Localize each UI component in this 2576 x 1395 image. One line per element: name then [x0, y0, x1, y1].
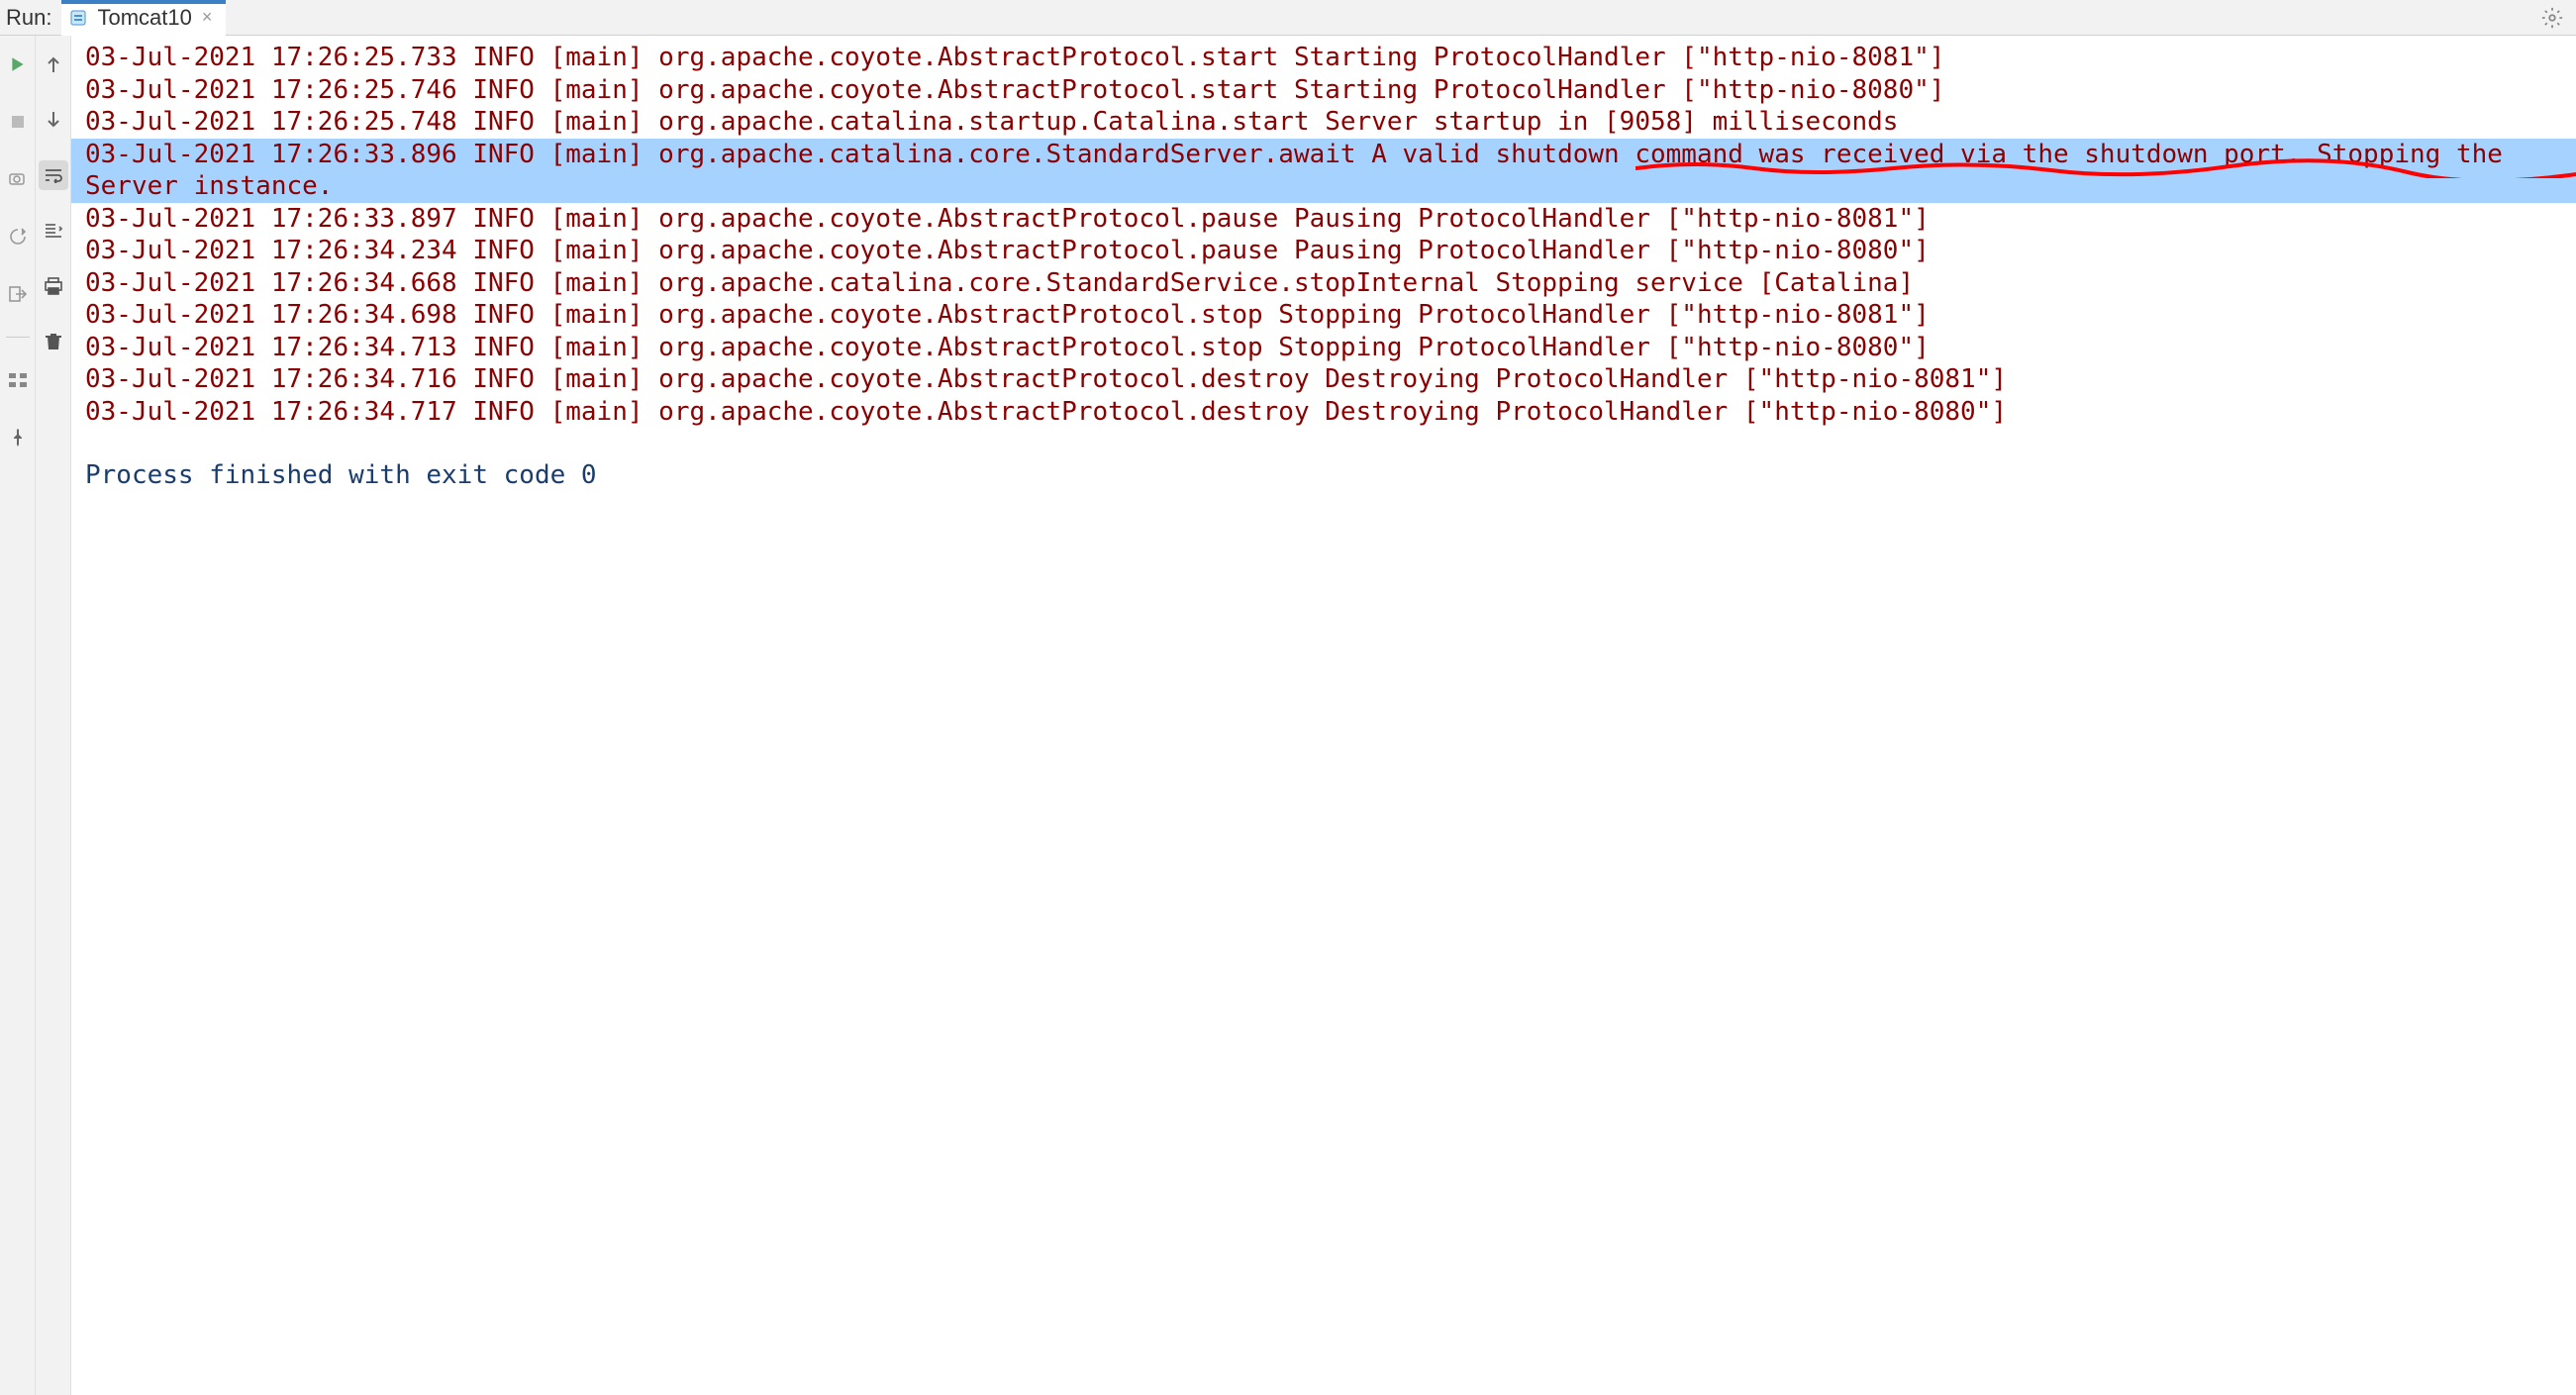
- pin-button[interactable]: [3, 423, 33, 452]
- console-output[interactable]: 03-Jul-2021 17:26:25.733 INFO [main] org…: [71, 36, 2576, 1395]
- layout-button[interactable]: [3, 365, 33, 395]
- gear-icon[interactable]: [2538, 4, 2566, 32]
- blank-line: [71, 428, 2576, 459]
- log-line[interactable]: 03-Jul-2021 17:26:34.717 INFO [main] org…: [71, 396, 2576, 429]
- down-arrow-button[interactable]: [39, 105, 68, 135]
- log-line[interactable]: 03-Jul-2021 17:26:25.746 INFO [main] org…: [71, 74, 2576, 107]
- log-line[interactable]: 03-Jul-2021 17:26:34.234 INFO [main] org…: [71, 235, 2576, 267]
- restart-button[interactable]: [3, 222, 33, 251]
- tab-close-icon[interactable]: ×: [202, 7, 213, 28]
- log-line[interactable]: 03-Jul-2021 17:26:34.713 INFO [main] org…: [71, 332, 2576, 364]
- exit-button[interactable]: [3, 279, 33, 309]
- log-line[interactable]: 03-Jul-2021 17:26:25.733 INFO [main] org…: [71, 42, 2576, 74]
- log-line[interactable]: 03-Jul-2021 17:26:34.716 INFO [main] org…: [71, 363, 2576, 396]
- log-line[interactable]: 03-Jul-2021 17:26:34.698 INFO [main] org…: [71, 299, 2576, 332]
- run-toolbar-primary: [0, 36, 36, 1395]
- toolbar-separator: [6, 337, 30, 338]
- tab-label: Tomcat10: [97, 5, 191, 31]
- tab-tomcat10[interactable]: Tomcat10 ×: [61, 0, 226, 36]
- delete-button[interactable]: [39, 327, 68, 356]
- tomcat-icon: [67, 7, 89, 29]
- log-line[interactable]: 03-Jul-2021 17:26:34.668 INFO [main] org…: [71, 267, 2576, 300]
- scroll-to-end-button[interactable]: [39, 216, 68, 246]
- print-button[interactable]: [39, 271, 68, 301]
- run-label: Run:: [0, 5, 61, 31]
- up-arrow-button[interactable]: [39, 50, 68, 79]
- stop-button[interactable]: [3, 107, 33, 137]
- run-toolbar-secondary: [36, 36, 71, 1395]
- log-line[interactable]: 03-Jul-2021 17:26:25.748 INFO [main] org…: [71, 106, 2576, 139]
- underline-annotation-svg: [1635, 158, 2576, 178]
- tab-active-indicator: [61, 0, 226, 4]
- run-panel-header: Run: Tomcat10 ×: [0, 0, 2576, 36]
- soft-wrap-button[interactable]: [39, 160, 68, 190]
- dump-threads-button[interactable]: [3, 164, 33, 194]
- rerun-button[interactable]: [3, 50, 33, 79]
- log-line[interactable]: Process finished with exit code 0: [71, 459, 2576, 492]
- log-line[interactable]: 03-Jul-2021 17:26:33.897 INFO [main] org…: [71, 203, 2576, 236]
